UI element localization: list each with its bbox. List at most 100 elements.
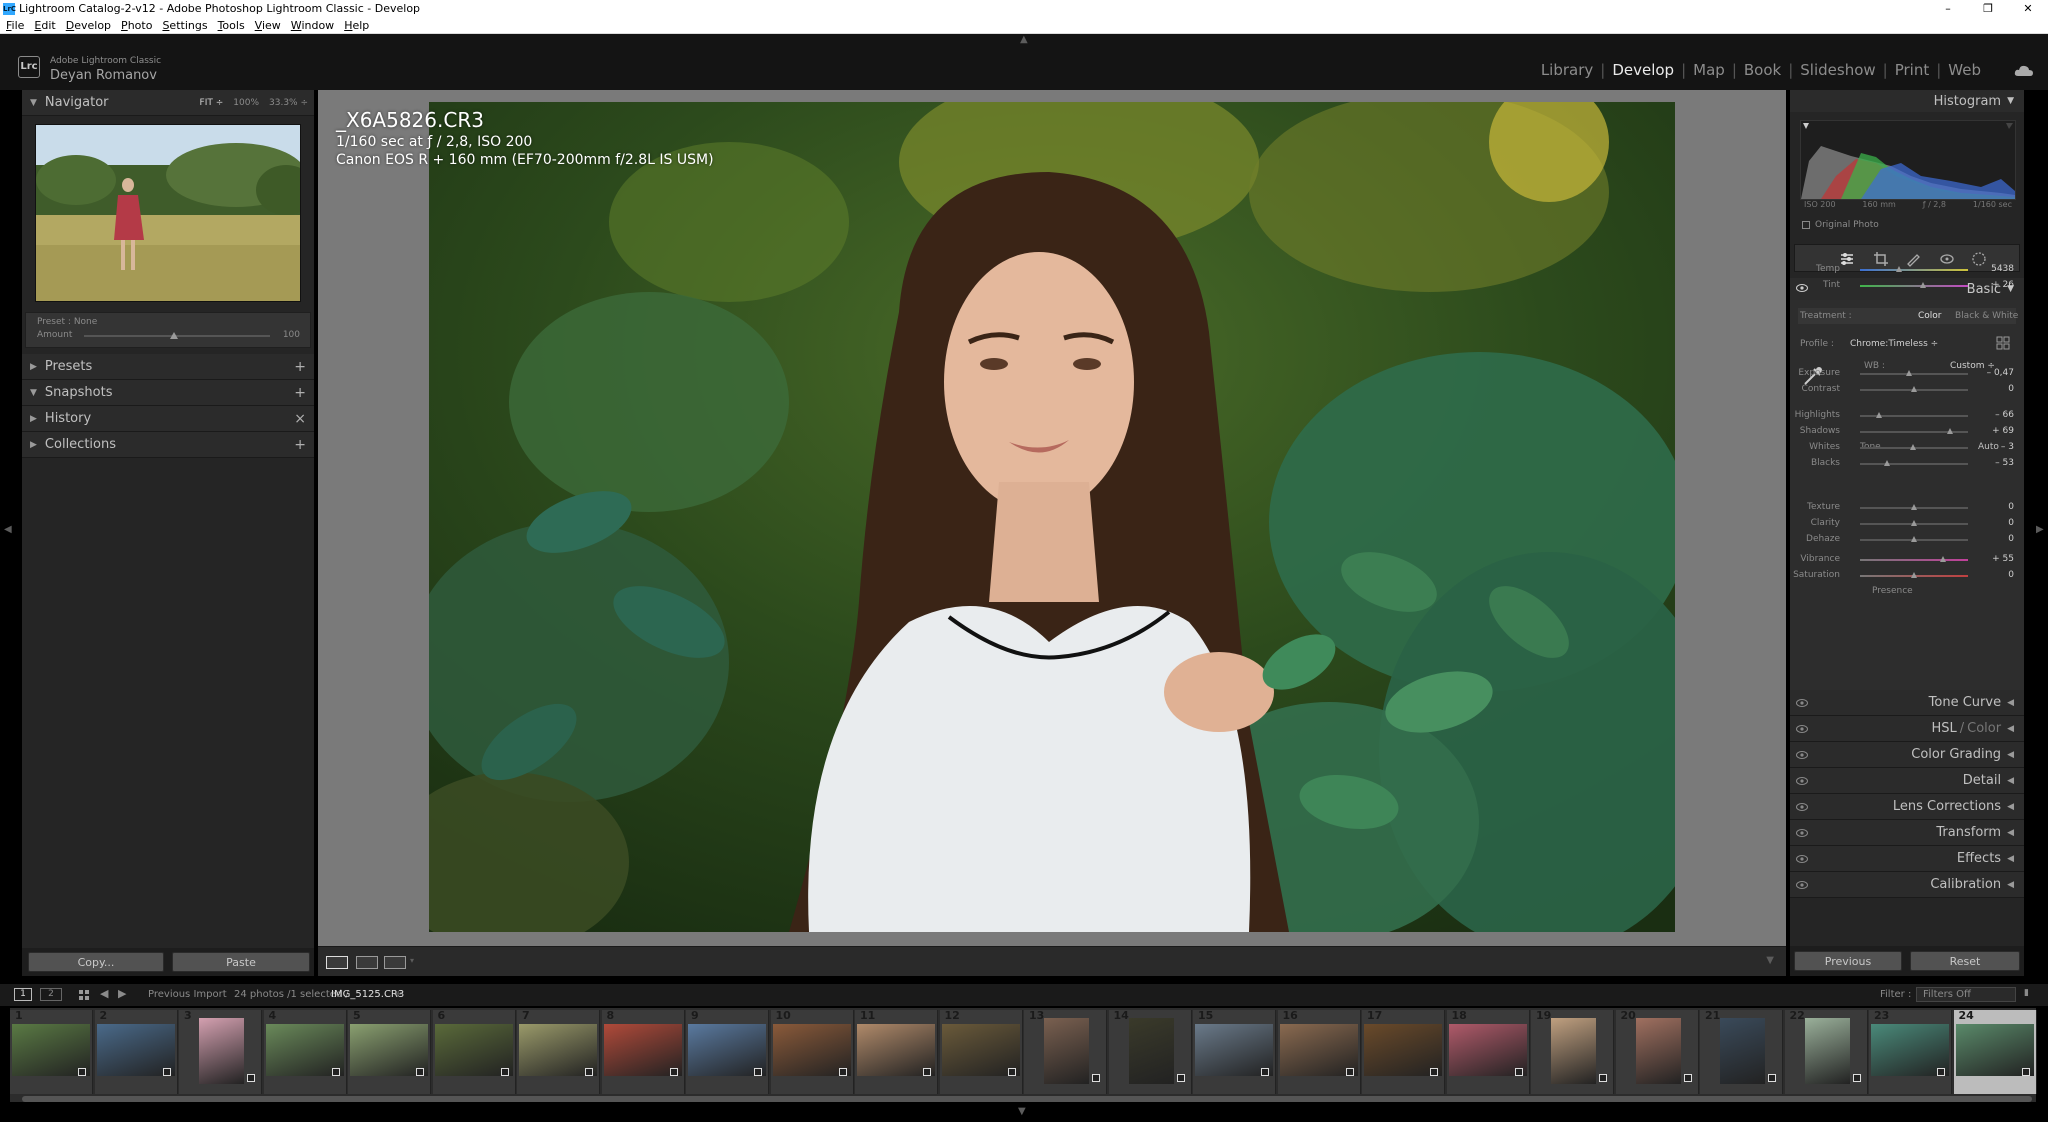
- slider-knob-texture[interactable]: [1911, 504, 1917, 510]
- module-slideshow[interactable]: Slideshow: [1793, 61, 1882, 79]
- navigator-header[interactable]: ▼ Navigator FIT ÷ 100% 33.3% ÷: [22, 90, 314, 116]
- filmstrip-source-dropdown[interactable]: ÷: [394, 989, 402, 1000]
- slider-value-clarity[interactable]: 0: [1974, 518, 2014, 528]
- eye-icon[interactable]: [1796, 828, 1808, 838]
- filter-lock-icon[interactable]: ▮: [2024, 988, 2029, 998]
- add-preset-icon[interactable]: +: [294, 359, 306, 375]
- eye-icon[interactable]: [1796, 776, 1808, 786]
- paste-settings-button[interactable]: Paste: [172, 952, 310, 972]
- filmstrip-thumb-5[interactable]: 5: [348, 1009, 431, 1094]
- crop-tool-icon[interactable]: [1873, 251, 1889, 267]
- tone-curve-panel-header[interactable]: Tone Curve ◀: [1790, 690, 2024, 716]
- menu-view[interactable]: View: [255, 19, 281, 32]
- slider-track-vibrance[interactable]: [1860, 559, 1968, 561]
- slider-value-shadows[interactable]: + 69: [1974, 426, 2014, 436]
- slider-value-contrast[interactable]: 0: [1974, 384, 2014, 394]
- collapse-top-arrow-icon[interactable]: ▲: [1020, 34, 1028, 45]
- slider-track-blacks[interactable]: [1860, 463, 1968, 465]
- close-window-button[interactable]: ✕: [2008, 0, 2048, 17]
- eye-icon[interactable]: [1796, 724, 1808, 734]
- primary-window-button[interactable]: 1: [14, 988, 32, 1001]
- eye-icon[interactable]: [1796, 854, 1808, 864]
- slider-value-texture[interactable]: 0: [1974, 502, 2014, 512]
- slider-value-tint[interactable]: + 26: [1974, 280, 2014, 290]
- slider-knob-clarity[interactable]: [1911, 520, 1917, 526]
- slider-value-dehaze[interactable]: 0: [1974, 534, 2014, 544]
- collections-panel-header[interactable]: ▶ Collections +: [22, 432, 314, 458]
- filmstrip-thumb-15[interactable]: 15: [1193, 1009, 1276, 1094]
- module-print[interactable]: Print: [1888, 61, 1937, 79]
- histogram-graph[interactable]: [1800, 120, 2016, 200]
- slider-knob-vibrance[interactable]: [1940, 556, 1947, 562]
- slider-value-whites[interactable]: – 3: [1974, 442, 2014, 452]
- transform-panel-header[interactable]: Transform ◀: [1790, 820, 2024, 846]
- slider-knob-highlights[interactable]: [1876, 412, 1883, 418]
- minimize-button[interactable]: –: [1928, 0, 1968, 17]
- filmstrip-thumb-8[interactable]: 8: [601, 1009, 685, 1094]
- treatment-color[interactable]: Color: [1918, 311, 1942, 321]
- clear-history-icon[interactable]: ×: [294, 411, 306, 427]
- amount-slider-knob[interactable]: [170, 332, 179, 339]
- filmstrip-thumb-19[interactable]: 19: [1531, 1009, 1614, 1094]
- menu-develop[interactable]: Develop: [66, 19, 111, 32]
- slider-knob-blacks[interactable]: [1884, 460, 1890, 466]
- collapse-right-arrow-icon[interactable]: ▶: [2036, 524, 2044, 535]
- grid-view-icon[interactable]: [78, 989, 90, 1001]
- filmstrip-scrollbar[interactable]: [22, 1096, 2032, 1102]
- back-arrow-icon[interactable]: ◀: [100, 987, 108, 1000]
- slider-track-tint[interactable]: [1860, 285, 1968, 287]
- slider-value-blacks[interactable]: – 53: [1974, 458, 2014, 468]
- menu-file[interactable]: File: [6, 19, 24, 32]
- filmstrip-thumb-21[interactable]: 21: [1700, 1009, 1783, 1094]
- filmstrip-thumb-12[interactable]: 12: [939, 1009, 1023, 1094]
- previous-button[interactable]: Previous: [1794, 951, 1902, 971]
- filmstrip-thumb-17[interactable]: 17: [1362, 1009, 1445, 1094]
- filmstrip-thumb-20[interactable]: 20: [1615, 1009, 1699, 1094]
- toolbar-menu-arrow-icon[interactable]: ▼: [1766, 955, 1774, 966]
- zoom-33[interactable]: 33.3% ÷: [269, 98, 308, 108]
- slider-knob-contrast[interactable]: [1911, 386, 1917, 392]
- zoom-100[interactable]: 100%: [233, 98, 259, 108]
- zoom-fit[interactable]: FIT ÷: [200, 98, 224, 108]
- slider-knob-shadows[interactable]: [1946, 428, 1953, 434]
- menu-settings[interactable]: Settings: [162, 19, 207, 32]
- menu-photo[interactable]: Photo: [121, 19, 152, 32]
- reset-button[interactable]: Reset: [1910, 951, 2020, 971]
- slider-knob-saturation[interactable]: [1911, 572, 1917, 578]
- slider-value-exposure[interactable]: – 0,47: [1974, 368, 2014, 378]
- module-web[interactable]: Web: [1941, 61, 1988, 79]
- filmstrip-thumb-24[interactable]: 24: [1953, 1009, 2037, 1094]
- eye-icon[interactable]: [1796, 880, 1808, 890]
- lens-corrections-panel-header[interactable]: Lens Corrections ◀: [1790, 794, 2024, 820]
- filmstrip-thumb-22[interactable]: 22: [1784, 1009, 1868, 1094]
- profile-browser-icon[interactable]: [1996, 336, 2010, 350]
- healing-brush-icon[interactable]: [1905, 251, 1921, 267]
- slider-track-exposure[interactable]: [1860, 373, 1968, 375]
- loupe-view-icon[interactable]: [326, 956, 348, 969]
- red-eye-icon[interactable]: [1939, 251, 1955, 267]
- histogram-header[interactable]: Histogram ▼: [1790, 90, 2024, 112]
- navigator-preview[interactable]: [35, 124, 301, 302]
- before-after-view-icon[interactable]: [356, 956, 378, 969]
- snapshots-panel-header[interactable]: ▼ Snapshots +: [22, 380, 314, 406]
- menu-help[interactable]: Help: [344, 19, 369, 32]
- calibration-panel-header[interactable]: Calibration ◀: [1790, 872, 2024, 898]
- treatment-black-white[interactable]: Black & White: [1955, 311, 2018, 321]
- filmstrip-thumb-23[interactable]: 23: [1869, 1009, 1952, 1094]
- module-map[interactable]: Map: [1686, 61, 1732, 79]
- edit-sliders-icon[interactable]: [1839, 251, 1855, 267]
- collapse-bottom-arrow-icon[interactable]: ▼: [1018, 1106, 1026, 1117]
- add-collection-icon[interactable]: +: [294, 437, 306, 453]
- slider-value-vibrance[interactable]: + 55: [1974, 554, 2014, 564]
- filmstrip-thumb-18[interactable]: 18: [1446, 1009, 1530, 1094]
- filmstrip-thumb-7[interactable]: 7: [517, 1009, 600, 1094]
- filmstrip-thumb-6[interactable]: 6: [432, 1009, 516, 1094]
- cloud-sync-icon[interactable]: [2014, 65, 2034, 77]
- collapse-left-arrow-icon[interactable]: ◀: [4, 524, 12, 535]
- slider-knob-whites[interactable]: [1909, 444, 1916, 450]
- original-photo-checkbox[interactable]: [1802, 221, 1810, 229]
- add-snapshot-icon[interactable]: +: [294, 385, 306, 401]
- eye-icon[interactable]: [1796, 802, 1808, 812]
- profile-dropdown[interactable]: Chrome:Timeless ÷: [1850, 339, 1938, 349]
- effects-panel-header[interactable]: Effects ◀: [1790, 846, 2024, 872]
